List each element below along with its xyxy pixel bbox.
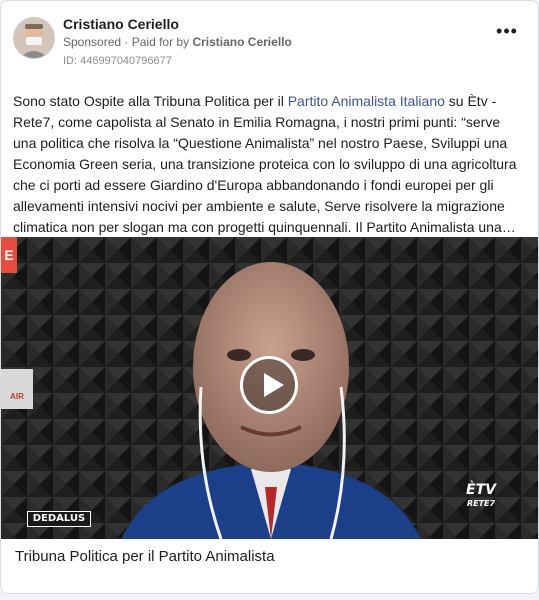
sponsored-line: Sponsored · Paid for by Cristiano Ceriel…	[63, 35, 292, 49]
post-header: Cristiano Ceriello Sponsored · Paid for …	[13, 13, 526, 73]
tv-edge-logo: E	[1, 237, 17, 273]
play-icon[interactable]	[240, 356, 298, 414]
more-options-icon[interactable]: •••	[492, 22, 522, 45]
etv-logo-main: ÈTV	[466, 482, 496, 498]
avatar[interactable]	[13, 17, 55, 59]
paid-for-name: Cristiano Ceriello	[192, 35, 292, 49]
avatar-image	[14, 18, 54, 58]
ad-id: ID: 446997040796677	[63, 55, 172, 67]
onair-sign: AIR	[1, 369, 33, 409]
separator-dot: ·	[124, 35, 132, 49]
post-body: Sono stato Ospite alla Tribuna Politica …	[13, 91, 525, 238]
ad-card: Cristiano Ceriello Sponsored · Paid for …	[0, 0, 539, 594]
video-caption[interactable]: Tribuna Politica per il Partito Animalis…	[15, 548, 275, 565]
party-link[interactable]: Partito Animalista Italiano	[288, 93, 445, 109]
author-name[interactable]: Cristiano Ceriello	[63, 16, 179, 32]
body-text-part2: su Ètv - Rete7, come capolista al Senato…	[13, 93, 517, 235]
video-player[interactable]: E AIR DEDALUS ÈTV RETE7	[1, 237, 538, 539]
dedalus-logo: DEDALUS	[27, 511, 91, 527]
body-text-part1: Sono stato Ospite alla Tribuna Politica …	[13, 93, 288, 109]
paid-for-prefix: Paid for by	[131, 35, 190, 49]
etv-logo: ÈTV RETE7	[451, 483, 511, 513]
etv-logo-sub: RETE7	[466, 499, 496, 508]
sponsored-label: Sponsored	[63, 35, 122, 49]
